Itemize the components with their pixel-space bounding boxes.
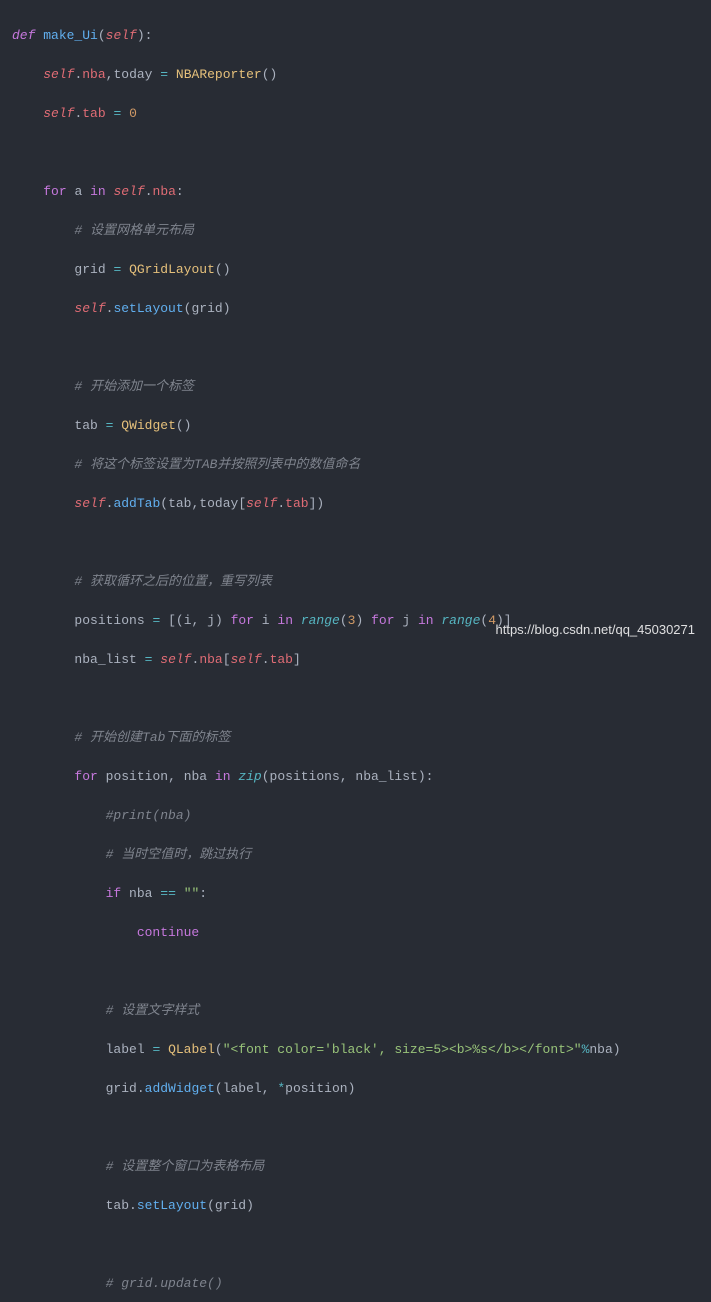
code-line: if nba == "": [12, 884, 711, 904]
code-line: # 设置整个窗口为表格布局 [12, 1157, 711, 1177]
self-param: self [106, 28, 137, 43]
keyword-def: def [12, 28, 35, 43]
code-block: def make_Ui(self): self.nba,today = NBAR… [0, 0, 711, 1302]
code-line: continue [12, 923, 711, 943]
code-line: # 设置网格单元布局 [12, 221, 711, 241]
blank-line [12, 689, 711, 709]
function-name: make_Ui [43, 28, 98, 43]
code-line: label = QLabel("<font color='black', siz… [12, 1040, 711, 1060]
blank-line [12, 533, 711, 553]
code-line: # 设置文字样式 [12, 1001, 711, 1021]
code-line: for a in self.nba: [12, 182, 711, 202]
code-line: for position, nba in zip(positions, nba_… [12, 767, 711, 787]
code-line: # 获取循环之后的位置，重写列表 [12, 572, 711, 592]
blank-line [12, 338, 711, 358]
code-line: nba_list = self.nba[self.tab] [12, 650, 711, 670]
code-line: self.nba,today = NBAReporter() [12, 65, 711, 85]
code-line: grid.addWidget(label, *position) [12, 1079, 711, 1099]
code-line: def make_Ui(self): [12, 26, 711, 46]
watermark-text: https://blog.csdn.net/qq_45030271 [496, 620, 696, 640]
code-line: tab.setLayout(grid) [12, 1196, 711, 1216]
code-line: # 开始添加一个标签 [12, 377, 711, 397]
code-line: # 当时空值时，跳过执行 [12, 845, 711, 865]
code-line: tab = QWidget() [12, 416, 711, 436]
blank-line [12, 1118, 711, 1138]
code-line: grid = QGridLayout() [12, 260, 711, 280]
code-line: # grid.update() [12, 1274, 711, 1294]
code-line: self.tab = 0 [12, 104, 711, 124]
code-line: # 将这个标签设置为TAB并按照列表中的数值命名 [12, 455, 711, 475]
code-line: #print(nba) [12, 806, 711, 826]
blank-line [12, 1235, 711, 1255]
code-line: # 开始创建Tab下面的标签 [12, 728, 711, 748]
code-line: self.addTab(tab,today[self.tab]) [12, 494, 711, 514]
blank-line [12, 962, 711, 982]
blank-line [12, 143, 711, 163]
code-line: self.setLayout(grid) [12, 299, 711, 319]
